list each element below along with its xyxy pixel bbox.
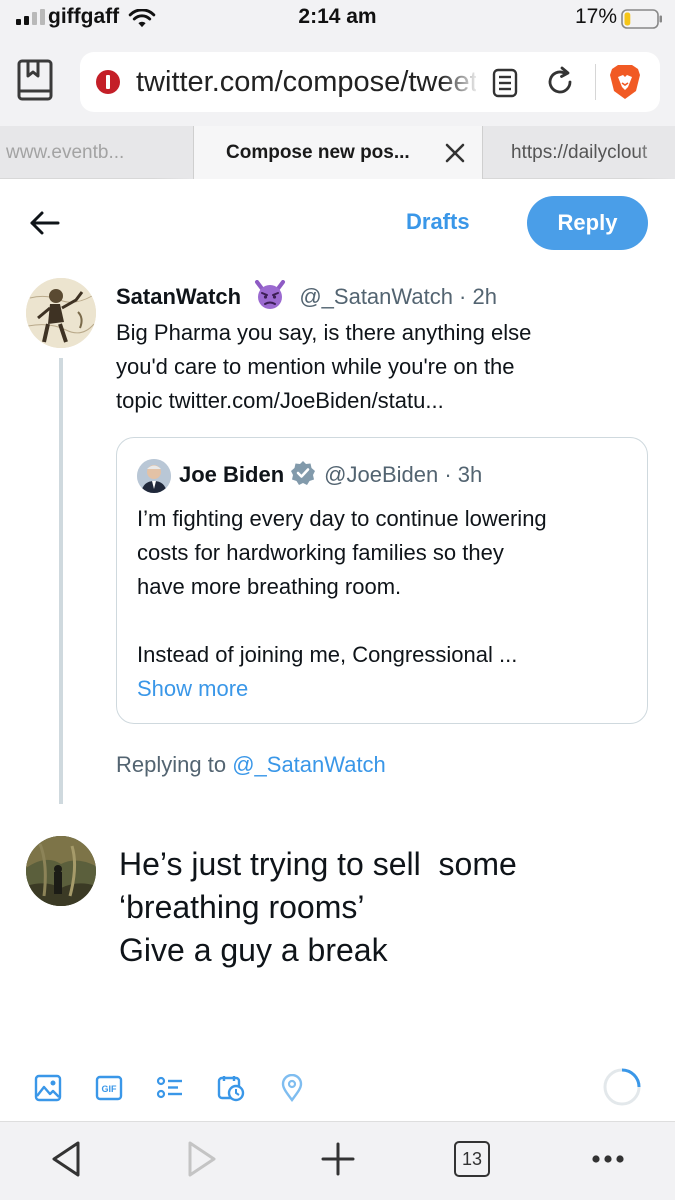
tweet-link-line[interactable]: topic twitter.com/JoeBiden/statu... [116,384,656,418]
more-icon[interactable] [588,1139,628,1179]
quoted-text-line: Instead of joining me, Congressional ... [137,642,518,667]
quoted-tweet-card[interactable]: Joe Biden @JoeBiden · 3h I’m fighting ev… [116,437,648,724]
clock: 2:14 am [298,5,377,28]
reload-icon[interactable] [544,66,576,98]
show-more-link[interactable]: Show more [137,672,637,706]
quoted-tweet-text: I’m fighting every day to continue lower… [137,502,637,706]
tweet-text-line: Big Pharma you say, is there anything el… [116,320,532,345]
reply-text-area[interactable]: He’s just trying to sell some ‘breathing… [119,843,649,972]
quoted-text-line: have more breathing room. [137,574,402,599]
address-bar[interactable]: twitter.com/compose/tweet [80,52,660,112]
url-fade [440,60,480,104]
quoted-author-handle-time[interactable]: @JoeBiden · 3h [324,462,482,487]
reply-text-line: Give a guy a break [119,932,388,968]
reply-button[interactable]: Reply [527,196,648,250]
browser-toolbar: twitter.com/compose/tweet [0,40,675,126]
tab-fade [635,126,675,179]
tweet-text: Big Pharma you say, is there anything el… [116,316,656,418]
drafts-button[interactable]: Drafts [406,209,470,235]
url-text[interactable]: twitter.com/compose/tweet [136,66,476,99]
battery-percent: 17% [575,5,618,28]
site-info-icon[interactable] [96,70,120,94]
replying-to-handle[interactable]: @_SatanWatch [232,752,386,777]
replying-to-prefix: Replying to [116,752,227,777]
page-icon[interactable] [492,68,518,98]
quoted-text-line: I’m fighting every day to continue lower… [137,506,547,531]
tab-fade [153,126,193,179]
gif-label: GIF [102,1084,118,1094]
tweet-header: SatanWatch @_SatanWatch · 2h [116,280,497,310]
satanwatch-avatar[interactable] [26,278,96,348]
image-icon[interactable] [34,1074,62,1102]
reader-mode-icon[interactable] [14,58,58,102]
battery-icon [621,9,662,29]
back-arrow-icon[interactable] [28,208,62,238]
tab-strip: www.eventb... Compose new pos... https:/… [0,126,675,179]
reply-text-line: He’s just trying to sell some [119,846,517,882]
verified-badge-icon [291,461,316,485]
location-icon[interactable] [278,1074,306,1102]
replying-to: Replying to @_SatanWatch [116,752,386,778]
angry-devil-emoji-icon [255,280,286,309]
user-avatar[interactable] [26,836,96,906]
forward-icon[interactable] [182,1139,222,1179]
reply-text-line: ‘breathing rooms’ [119,889,365,925]
quoted-author-name[interactable]: Joe Biden [179,462,284,487]
status-bar: giffgaff 2:14 am 17% [0,0,675,40]
tab-compose[interactable]: Compose new pos... [193,126,483,179]
quoted-tweet-header: Joe Biden @JoeBiden · 3h [179,460,482,488]
author-handle-time[interactable]: @_SatanWatch · 2h [299,284,497,309]
joe-biden-avatar [137,459,171,493]
thread-line [59,358,63,804]
author-name[interactable]: SatanWatch [116,284,241,309]
schedule-icon[interactable] [217,1074,245,1102]
quoted-text-line: costs for hardworking families so they [137,540,504,565]
tweet-text-line: you'd care to mention while you're on th… [116,354,515,379]
browser-bottom-bar: 13 [0,1121,675,1200]
brave-shields-icon[interactable] [608,63,642,101]
close-tab-icon[interactable] [444,142,466,164]
new-tab-icon[interactable] [318,1139,358,1179]
character-count-ring [603,1068,641,1106]
tabs-icon[interactable]: 13 [454,1141,490,1177]
back-icon[interactable] [46,1139,86,1179]
gif-icon[interactable]: GIF [95,1074,123,1102]
url-divider [595,64,596,100]
poll-icon[interactable] [156,1074,184,1102]
